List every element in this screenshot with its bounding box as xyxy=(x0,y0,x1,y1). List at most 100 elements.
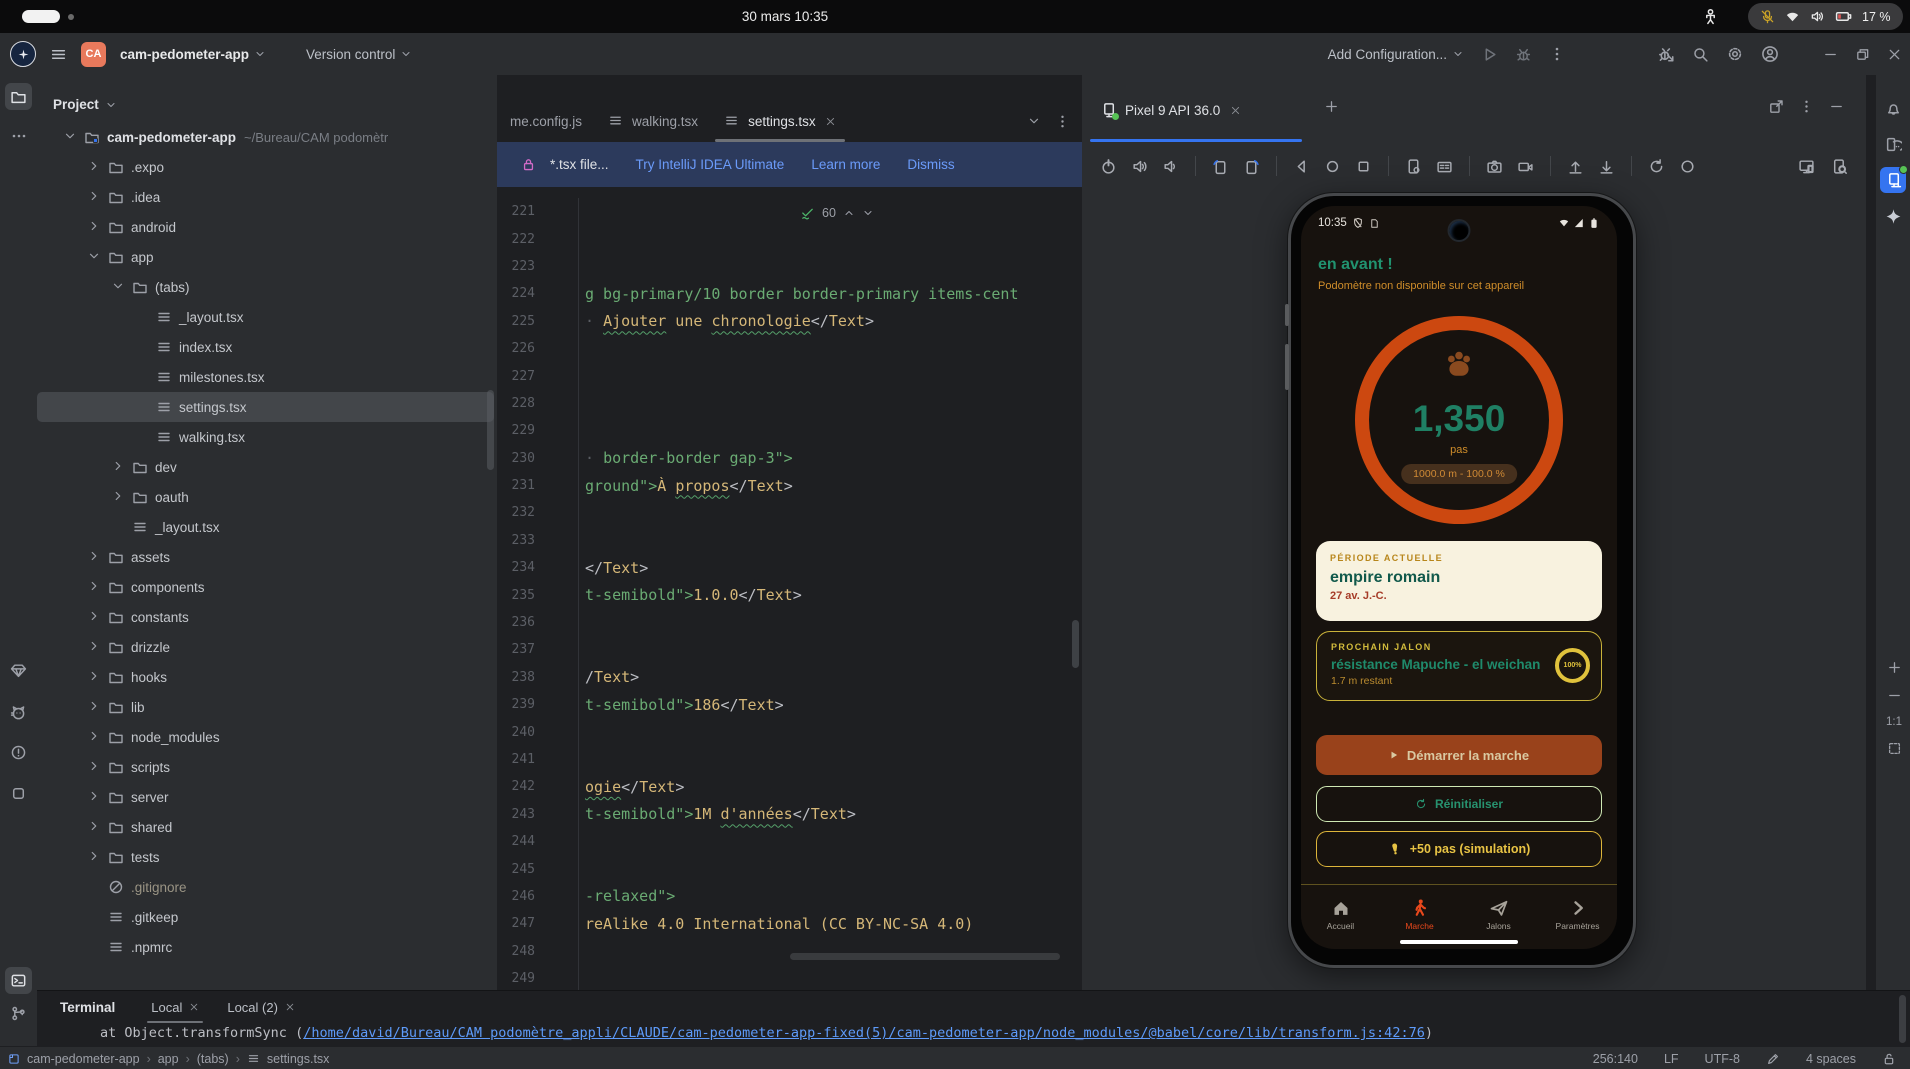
phone-settings-icon[interactable] xyxy=(1405,158,1422,175)
search-everywhere-icon[interactable] xyxy=(1692,46,1709,63)
breadcrumb[interactable]: settings.tsx xyxy=(267,1052,330,1066)
chevron-right-icon[interactable] xyxy=(87,789,103,805)
chevron-right-icon[interactable] xyxy=(87,189,103,205)
android-studio-logo-icon[interactable] xyxy=(10,41,36,67)
code-line-223[interactable]: 223 xyxy=(497,253,1082,280)
breadcrumb[interactable]: cam-pedometer-app xyxy=(27,1052,140,1066)
tree-item-android[interactable]: android xyxy=(37,212,497,242)
code-line-229[interactable]: 229 xyxy=(497,417,1082,444)
phone-screen[interactable]: 10:35 en avant ! Podomètre non disponibl… xyxy=(1301,206,1617,949)
code-line-241[interactable]: 241 xyxy=(497,746,1082,773)
project-panel-header[interactable]: Project xyxy=(53,97,117,112)
code-line-240[interactable]: 240 xyxy=(497,718,1082,745)
project-tool-button[interactable] xyxy=(5,83,32,110)
camera-icon[interactable] xyxy=(1486,158,1503,175)
code-line-249[interactable]: 249 xyxy=(497,965,1082,990)
window-pill-indicator[interactable] xyxy=(22,10,60,23)
code-editor[interactable]: 221222223224g bg-primary/10 border borde… xyxy=(497,187,1082,990)
code-line-245[interactable]: 245 xyxy=(497,855,1082,882)
tab-settings-tsx[interactable]: settings.tsx xyxy=(711,100,849,142)
add-device-icon[interactable] xyxy=(1324,99,1339,114)
file-encoding[interactable]: UTF-8 xyxy=(1705,1052,1740,1066)
tree-item-components[interactable]: components xyxy=(37,572,497,602)
cat-tool-button[interactable] xyxy=(5,699,32,726)
code-line-225[interactable]: 225· Ajouter une chronologie</Text> xyxy=(497,308,1082,335)
tree-item-constants[interactable]: constants xyxy=(37,602,497,632)
code-line-230[interactable]: 230· border-border gap-3"> xyxy=(497,445,1082,472)
code-line-224[interactable]: 224g bg-primary/10 border border-primary… xyxy=(497,280,1082,307)
chevron-down-icon[interactable] xyxy=(111,279,127,295)
screen-search-icon[interactable] xyxy=(1831,158,1848,175)
tree-item-drizzle[interactable]: drizzle xyxy=(37,632,497,662)
indent-size[interactable]: 4 spaces xyxy=(1806,1052,1856,1066)
volume-down-icon[interactable] xyxy=(1162,158,1179,175)
code-line-244[interactable]: 244 xyxy=(497,828,1082,855)
tree-item--tabs-[interactable]: (tabs) xyxy=(37,272,497,302)
settings-gear-icon[interactable] xyxy=(1726,45,1744,63)
start-walk-button[interactable]: Démarrer la marche xyxy=(1316,735,1602,775)
terminal-tab-local2[interactable]: Local (2) xyxy=(217,991,305,1023)
tree-item-app[interactable]: app xyxy=(37,242,497,272)
close-tab-icon[interactable] xyxy=(825,116,836,127)
phone-nav-param-tres[interactable]: Paramètres xyxy=(1538,885,1617,943)
tree-item-dev[interactable]: dev xyxy=(37,452,497,482)
tree-item--expo[interactable]: .expo xyxy=(37,152,497,182)
hidden-tabs-chevron-icon[interactable] xyxy=(1027,114,1041,128)
chevron-right-icon[interactable] xyxy=(111,459,127,475)
reset-button[interactable]: Réinitialiser xyxy=(1316,786,1602,822)
chevron-right-icon[interactable] xyxy=(87,729,103,745)
tree-item-shared[interactable]: shared xyxy=(37,812,497,842)
learn-more-link[interactable]: Learn more xyxy=(811,157,880,172)
project-selector[interactable]: cam-pedometer-app xyxy=(120,47,266,62)
video-camera-icon[interactable] xyxy=(1517,158,1534,175)
code-line-237[interactable]: 237 xyxy=(497,636,1082,663)
chevron-right-icon[interactable] xyxy=(87,849,103,865)
editor-vertical-scrollbar[interactable] xyxy=(1072,620,1079,668)
tree-item-cam-pedometer-app[interactable]: cam-pedometer-app~/Bureau/CAM podomètr xyxy=(37,122,497,152)
fit-screen-icon[interactable] xyxy=(1887,741,1902,756)
code-line-231[interactable]: 231ground">À propos</Text> xyxy=(497,472,1082,499)
code-line-239[interactable]: 239t-semibold">186</Text> xyxy=(497,691,1082,718)
project-scrollbar[interactable] xyxy=(487,390,494,470)
chevron-right-icon[interactable] xyxy=(87,159,103,175)
tab-me-config-js[interactable]: me.config.js xyxy=(497,100,595,142)
tab-walking-tsx[interactable]: walking.tsx xyxy=(595,100,711,142)
code-line-235[interactable]: 235t-semibold">1.0.0</Text> xyxy=(497,581,1082,608)
gem-tool-button[interactable] xyxy=(5,657,32,684)
caret-position[interactable]: 256:140 xyxy=(1593,1052,1638,1066)
chevron-right-icon[interactable] xyxy=(87,579,103,595)
version-control-tool-button[interactable] xyxy=(5,1000,32,1027)
chevron-right-icon[interactable] xyxy=(87,609,103,625)
code-line-227[interactable]: 227 xyxy=(497,362,1082,389)
nav-home-icon[interactable] xyxy=(1324,158,1341,175)
tab-options-icon[interactable] xyxy=(1055,114,1070,129)
run-configuration-selector[interactable]: Add Configuration... xyxy=(1328,47,1464,62)
system-clock[interactable]: 30 mars 10:35 xyxy=(742,0,828,33)
chevron-down-icon[interactable] xyxy=(63,129,79,145)
tree-item-index-tsx[interactable]: index.tsx xyxy=(37,332,497,362)
more-tool-windows-button[interactable] xyxy=(5,122,32,149)
tree-item--layout-tsx[interactable]: _layout.tsx xyxy=(37,302,497,332)
code-line-248[interactable]: 248 xyxy=(497,938,1082,965)
dismiss-link[interactable]: Dismiss xyxy=(907,157,954,172)
terminal-tool-button[interactable] xyxy=(5,967,32,994)
chevron-right-icon[interactable] xyxy=(111,489,127,505)
panel-options-icon[interactable] xyxy=(1799,99,1814,115)
reset-icon[interactable] xyxy=(1648,158,1665,175)
chevron-right-icon[interactable] xyxy=(87,699,103,715)
code-line-238[interactable]: 238/Text> xyxy=(497,664,1082,691)
build-tool-button[interactable] xyxy=(5,780,32,807)
phone-nav-accueil[interactable]: Accueil xyxy=(1301,885,1380,943)
tree-item-node-modules[interactable]: node_modules xyxy=(37,722,497,752)
problems-tool-button[interactable] xyxy=(5,739,32,766)
chevron-right-icon[interactable] xyxy=(87,669,103,685)
code-line-222[interactable]: 222 xyxy=(497,225,1082,252)
tree-item--idea[interactable]: .idea xyxy=(37,182,497,212)
upload-icon[interactable] xyxy=(1567,158,1584,175)
open-in-window-icon[interactable] xyxy=(1768,99,1784,115)
chevron-right-icon[interactable] xyxy=(87,639,103,655)
minimize-window-icon[interactable] xyxy=(1823,47,1838,62)
terminal-title[interactable]: Terminal xyxy=(60,1000,115,1015)
more-actions-icon[interactable] xyxy=(1549,46,1565,62)
zoom-out-icon[interactable] xyxy=(1887,688,1902,703)
